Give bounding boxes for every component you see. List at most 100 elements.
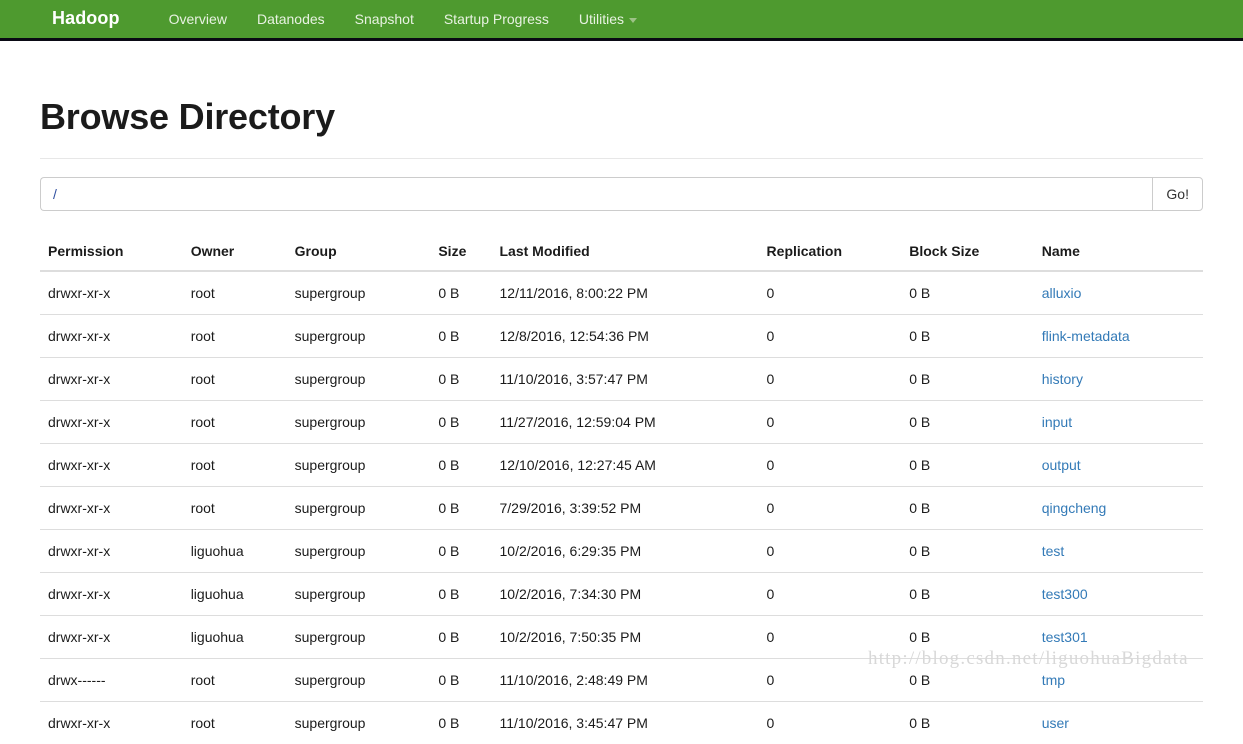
cell-size: 0 B	[430, 528, 492, 573]
cell-replication: 0	[758, 528, 902, 573]
go-button[interactable]: Go!	[1152, 176, 1203, 211]
column-header-group[interactable]: Group	[286, 232, 431, 272]
nav-datanodes[interactable]: Datanodes	[242, 9, 340, 29]
nav-overview[interactable]: Overview	[154, 9, 242, 29]
file-link[interactable]: tmp	[1042, 672, 1065, 688]
cell-permission: drwxr-xr-x	[40, 442, 183, 487]
nav-startup-progress-item[interactable]: Startup Progress	[429, 9, 564, 29]
table-header-row: Permission Owner Group Size Last Modified Rep…	[40, 232, 1203, 272]
cell-modified: 12/8/2016, 12:54:36 PM	[491, 313, 759, 358]
cell-replication: 0	[758, 657, 902, 702]
cell-owner: root	[182, 657, 287, 702]
column-header-replication[interactable]: Replication	[758, 232, 902, 272]
column-header-permission[interactable]: Permission	[40, 232, 183, 272]
nav-datanodes-item[interactable]: Datanodes	[242, 9, 340, 29]
cell-modified: 12/11/2016, 8:00:22 PM	[499, 284, 648, 301]
cell-group: supergroup	[286, 313, 431, 358]
chevron-down-icon	[629, 17, 638, 23]
cell-modified: 11/10/2016, 2:48:49 PM	[491, 657, 759, 702]
path-input[interactable]	[40, 176, 1153, 211]
file-link[interactable]: test301	[1042, 629, 1088, 645]
file-link[interactable]: alluxio	[1042, 285, 1082, 301]
cell-group: supergroup	[286, 528, 431, 573]
cell-name: qingcheng	[1033, 485, 1203, 530]
cell-size: 0 B	[430, 700, 492, 744]
table-row: drwxr-xr-x root supergroup 0 B 11/10/2016, 3…	[40, 356, 1203, 401]
cell-size: 0 B	[430, 399, 492, 444]
cell-permission: drwxr-xr-x	[40, 614, 183, 659]
table-row: drwxr-xr-x liguohua supergroup 0 B 10/2/2016…	[40, 614, 1203, 659]
cell-name: test301	[1033, 614, 1203, 659]
page-title: Browse Directory	[40, 96, 335, 137]
cell-size: 0 B	[430, 614, 492, 659]
file-link[interactable]: test	[1042, 543, 1065, 559]
cell-block-size: 0 B	[901, 657, 1034, 702]
cell-block-size: 0 B	[901, 356, 1034, 401]
table-head: Permission Owner Group Size Last Modified Rep…	[40, 232, 1203, 272]
nav-snapshot-item[interactable]: Snapshot	[340, 9, 429, 29]
cell-block-size: 0 B	[901, 700, 1034, 744]
cell-block-size: 0 B	[901, 571, 1034, 616]
cell-owner: root	[182, 485, 287, 530]
cell-modified: 11/10/2016, 3:45:47 PM	[491, 700, 759, 744]
cell-owner: root	[190, 284, 215, 301]
cell-modified: 7/29/2016, 3:39:52 PM	[491, 485, 759, 530]
cell-group: supergroup	[286, 399, 431, 444]
cell-group: supergroup	[294, 284, 366, 301]
table-row: drwxr-xr-x root supergroup 0 B 12/8/2016, 12…	[40, 313, 1203, 358]
cell-block-size: 0 B	[909, 284, 931, 301]
cell-permission: drwxr-xr-x	[40, 399, 183, 444]
file-link[interactable]: input	[1042, 414, 1072, 430]
column-header-block-size[interactable]: Block Size	[901, 232, 1034, 272]
path-input-group: Go!	[40, 176, 1203, 211]
page-container: Browse Directory Go! PermissionOwnerGrou…	[25, 97, 1218, 744]
cell-name: tmp	[1033, 657, 1203, 702]
cell-modified: 10/2/2016, 7:50:35 PM	[491, 614, 759, 659]
cell-name: test	[1033, 528, 1203, 573]
cell-group: supergroup	[286, 700, 431, 744]
cell-group: supergroup	[286, 485, 431, 530]
nav-overview-label: Overview	[168, 11, 227, 27]
cell-modified: 11/27/2016, 12:59:04 PM	[491, 399, 759, 444]
file-link[interactable]: flink-metadata	[1042, 328, 1130, 344]
cell-modified: 10/2/2016, 7:34:30 PM	[491, 571, 759, 616]
cell-group: supergroup	[286, 442, 431, 487]
cell-permission: drwxr-xr-x	[40, 700, 183, 744]
nav-startup-progress-label: Startup Progress	[443, 11, 549, 27]
nav-utilities[interactable]: Utilities	[564, 9, 652, 29]
cell-permission: drwx------	[40, 657, 183, 702]
table-row: drwxr-xr-x root supergroup 0 B 12/11/2016, 8…	[40, 271, 1203, 315]
table-row: drwxr-xr-x root supergroup 0 B 11/10/2016, 3…	[40, 700, 1203, 744]
nav-snapshot[interactable]: Snapshot	[340, 9, 429, 29]
cell-permission: drwxr-xr-x	[40, 571, 183, 616]
nav-startup-progress[interactable]: Startup Progress	[429, 9, 564, 29]
column-header-size[interactable]: Size	[430, 232, 492, 272]
cell-size: 0 B	[430, 485, 492, 530]
nav-overview-item[interactable]: Overview	[154, 9, 242, 29]
file-link[interactable]: qingcheng	[1042, 500, 1107, 516]
primary-nav: Overview Datanodes Snapshot Startup Progres…	[154, 9, 652, 29]
file-link[interactable]: test300	[1042, 586, 1088, 602]
cell-group: supergroup	[286, 657, 431, 702]
hadoop-brand[interactable]: Hadoop	[38, 6, 134, 32]
file-link[interactable]: history	[1042, 371, 1083, 387]
table-row: drwxr-xr-x root supergroup 0 B 7/29/2016, 3:…	[40, 485, 1203, 530]
column-header-name[interactable]: Name	[1033, 232, 1203, 272]
column-header-owner[interactable]: Owner	[182, 232, 287, 272]
cell-owner: root	[182, 442, 287, 487]
cell-replication: 0	[758, 442, 902, 487]
cell-size: 0 B	[430, 442, 492, 487]
cell-replication: 0	[758, 356, 902, 401]
file-link[interactable]: user	[1042, 715, 1069, 731]
cell-replication: 0	[758, 485, 902, 530]
cell-block-size: 0 B	[901, 442, 1034, 487]
cell-modified: 10/2/2016, 6:29:35 PM	[491, 528, 759, 573]
cell-replication: 0	[758, 313, 902, 358]
nav-utilities-item[interactable]: Utilities	[564, 9, 652, 29]
cell-size: 0 B	[430, 657, 492, 702]
column-header-last-modified[interactable]: Last Modified	[491, 232, 759, 272]
file-link[interactable]: output	[1042, 457, 1081, 473]
table-row: drwxr-xr-x root supergroup 0 B 12/10/2016, 1…	[40, 442, 1203, 487]
nav-utilities-label: Utilities	[578, 11, 625, 27]
cell-name: test300	[1033, 571, 1203, 616]
